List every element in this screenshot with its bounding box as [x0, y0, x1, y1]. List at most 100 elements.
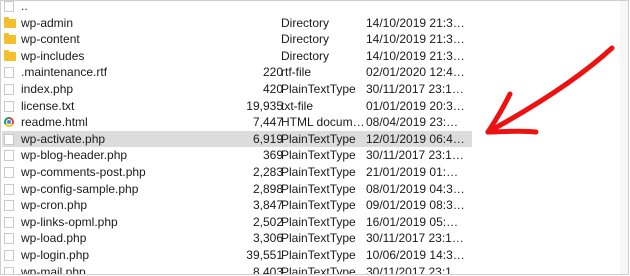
file-size: 420 — [262, 81, 283, 96]
file-type: PlainTextType — [281, 198, 356, 213]
file-row[interactable]: license.txt 19,935 txt-file 01/01/2019 20:3… — [2, 98, 472, 115]
file-icon — [4, 83, 14, 95]
file-row[interactable]: wp-activate.php 6,919 PlainTextType 12/01/2… — [2, 130, 472, 148]
file-modified: 30/11/2017 23:1… — [366, 81, 464, 96]
file-size: 8,403 — [252, 264, 283, 275]
file-icon — [4, 1, 14, 12]
file-name: wp-mail.php — [21, 264, 86, 275]
file-row[interactable]: wp-login.php 39,551 PlainTextType 10/06/201… — [2, 247, 472, 264]
file-size: 3,306 — [252, 231, 283, 246]
file-size: 7,447 — [252, 115, 283, 130]
file-row[interactable]: wp-config-sample.php 2,898 PlainTextType 08… — [2, 181, 472, 198]
file-name: wp-activate.php — [21, 131, 106, 146]
file-modified: 30/11/2017 23:1… — [366, 264, 464, 275]
file-type: PlainTextType — [281, 264, 356, 275]
file-name: wp-links-opml.php — [21, 214, 118, 229]
file-row[interactable]: wp-links-opml.php 2,502 PlainTextType 16/01… — [2, 214, 472, 231]
file-type: Directory — [281, 48, 330, 63]
file-modified: 10/06/2019 14:3… — [366, 247, 465, 262]
file-icon — [4, 200, 14, 212]
file-row[interactable]: wp-mail.php 8,403 PlainTextType 30/11/2017 … — [2, 264, 472, 275]
file-size: 220 — [262, 65, 283, 80]
html-file-icon — [4, 117, 14, 128]
arrow-head-bottom — [485, 128, 539, 135]
file-size: 39,551 — [246, 247, 283, 262]
file-modified: 14/10/2019 21:3… — [366, 15, 465, 30]
file-type: PlainTextType — [281, 131, 356, 146]
file-row[interactable]: wp-cron.php 3,847 PlainTextType 09/01/2019 … — [2, 197, 472, 214]
file-name: wp-blog-header.php — [21, 148, 128, 163]
file-name: wp-admin — [21, 15, 74, 30]
file-type: Directory — [281, 32, 330, 47]
file-type: txt-file — [281, 98, 314, 113]
file-row[interactable]: readme.html 7,447 HTML docum… 08/04/2019 23… — [2, 114, 472, 131]
file-modified: 30/11/2017 23:1… — [366, 148, 464, 163]
file-row[interactable]: index.php 420 PlainTextType 30/11/2017 23:1… — [2, 81, 472, 98]
file-row[interactable]: wp-blog-header.php 369 PlainTextType 30/11/… — [2, 147, 472, 164]
file-type: PlainTextType — [281, 247, 356, 262]
file-name: wp-content — [21, 32, 80, 47]
red-arrow-icon — [485, 45, 615, 135]
file-row[interactable]: .. — [2, 0, 472, 15]
file-icon — [4, 100, 14, 112]
file-name: .. — [21, 0, 28, 13]
file-row[interactable]: wp-includes Directory 14/10/2019 21:3… — [2, 48, 472, 65]
file-type: PlainTextType — [281, 164, 356, 179]
file-icon — [4, 133, 14, 145]
file-modified: 16/01/2019 05:… — [366, 214, 459, 229]
file-modified: 01/01/2019 20:3… — [366, 98, 465, 113]
folder-icon — [4, 49, 16, 61]
file-name: wp-cron.php — [21, 198, 88, 213]
file-name: index.php — [21, 81, 74, 96]
file-row[interactable]: wp-comments-post.php 2,283 PlainTextType 21… — [2, 164, 472, 181]
file-type: Directory — [281, 15, 330, 30]
remote-file-list: .. wp-admin Directory 14/10/2019 21:3… wp-co… — [2, 0, 472, 275]
file-name: wp-comments-post.php — [21, 164, 146, 179]
file-type: PlainTextType — [281, 181, 356, 196]
file-modified: 21/01/2019 01:… — [366, 164, 459, 179]
file-modified: 08/04/2019 23:… — [366, 115, 459, 130]
file-name: wp-load.php — [21, 231, 87, 246]
file-type: PlainTextType — [281, 214, 356, 229]
file-size: 2,898 — [252, 181, 283, 196]
file-type: PlainTextType — [281, 81, 356, 96]
file-modified: 12/01/2019 06:4… — [366, 131, 465, 146]
folder-icon — [4, 33, 16, 45]
file-modified: 30/11/2017 23:1… — [366, 231, 464, 246]
file-name: .maintenance.rtf — [21, 65, 108, 80]
file-modified: 02/01/2020 12:4… — [366, 65, 465, 80]
file-icon — [4, 233, 14, 245]
file-modified: 09/01/2019 08:3… — [366, 198, 465, 213]
file-name: wp-includes — [21, 48, 85, 63]
file-icon — [4, 249, 14, 261]
file-name: wp-config-sample.php — [21, 181, 139, 196]
arrow-shaft — [485, 45, 615, 135]
file-icon — [4, 183, 14, 195]
file-modified: 08/01/2019 04:3… — [366, 181, 465, 196]
file-row[interactable]: wp-load.php 3,306 PlainTextType 30/11/2017 … — [2, 230, 472, 247]
file-size: 19,935 — [246, 98, 283, 113]
file-icon — [4, 166, 14, 178]
file-size: 6,919 — [252, 131, 283, 146]
file-size: 2,502 — [252, 214, 283, 229]
file-name: license.txt — [21, 98, 75, 113]
file-size: 369 — [262, 148, 283, 163]
file-size: 3,847 — [252, 198, 283, 213]
file-name: readme.html — [21, 115, 88, 130]
file-size: 2,283 — [252, 164, 283, 179]
folder-icon — [4, 16, 16, 28]
file-type: rtf-file — [281, 65, 311, 80]
file-icon — [4, 216, 14, 228]
file-icon — [4, 266, 14, 274]
file-icon — [4, 150, 14, 162]
file-type: HTML docum… — [281, 115, 365, 130]
file-modified: 14/10/2019 21:3… — [366, 32, 465, 47]
file-row[interactable]: .maintenance.rtf 220 rtf-file 02/01/2020 12… — [2, 64, 472, 81]
file-type: PlainTextType — [281, 231, 356, 246]
file-icon — [4, 67, 14, 79]
file-name: wp-login.php — [21, 247, 90, 262]
file-modified: 14/10/2019 21:3… — [366, 48, 465, 63]
file-type: PlainTextType — [281, 148, 356, 163]
file-row[interactable]: wp-admin Directory 14/10/2019 21:3… — [2, 15, 472, 32]
file-row[interactable]: wp-content Directory 14/10/2019 21:3… — [2, 31, 472, 48]
